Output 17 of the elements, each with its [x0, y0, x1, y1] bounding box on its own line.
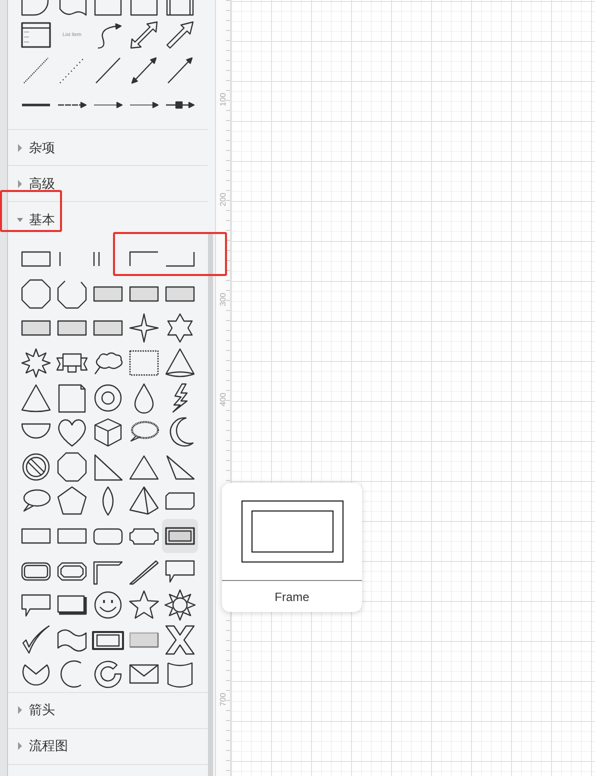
expand-caret-icon: [17, 706, 23, 714]
ruler-label: 300: [218, 292, 228, 308]
frame-preview-icon: [240, 500, 344, 563]
ruler-label: 700: [218, 692, 228, 708]
highlight-box: [0, 190, 62, 232]
scrollbar-thumb[interactable]: [208, 232, 213, 776]
ruler-label: 400: [218, 392, 228, 408]
expand-caret-icon: [17, 742, 23, 750]
collapse-caret-icon: [17, 216, 23, 224]
shape-icon[interactable]: [162, 588, 198, 623]
ruler-label: 200: [218, 192, 228, 208]
shape-icon[interactable]: [162, 518, 198, 554]
tooltip-label: Frame: [274, 590, 310, 604]
expand-caret-icon: [17, 144, 23, 152]
ruler-label: 100: [218, 92, 228, 108]
section-header[interactable]: 基本: [8, 202, 208, 237]
expand-caret-icon: [17, 180, 23, 188]
